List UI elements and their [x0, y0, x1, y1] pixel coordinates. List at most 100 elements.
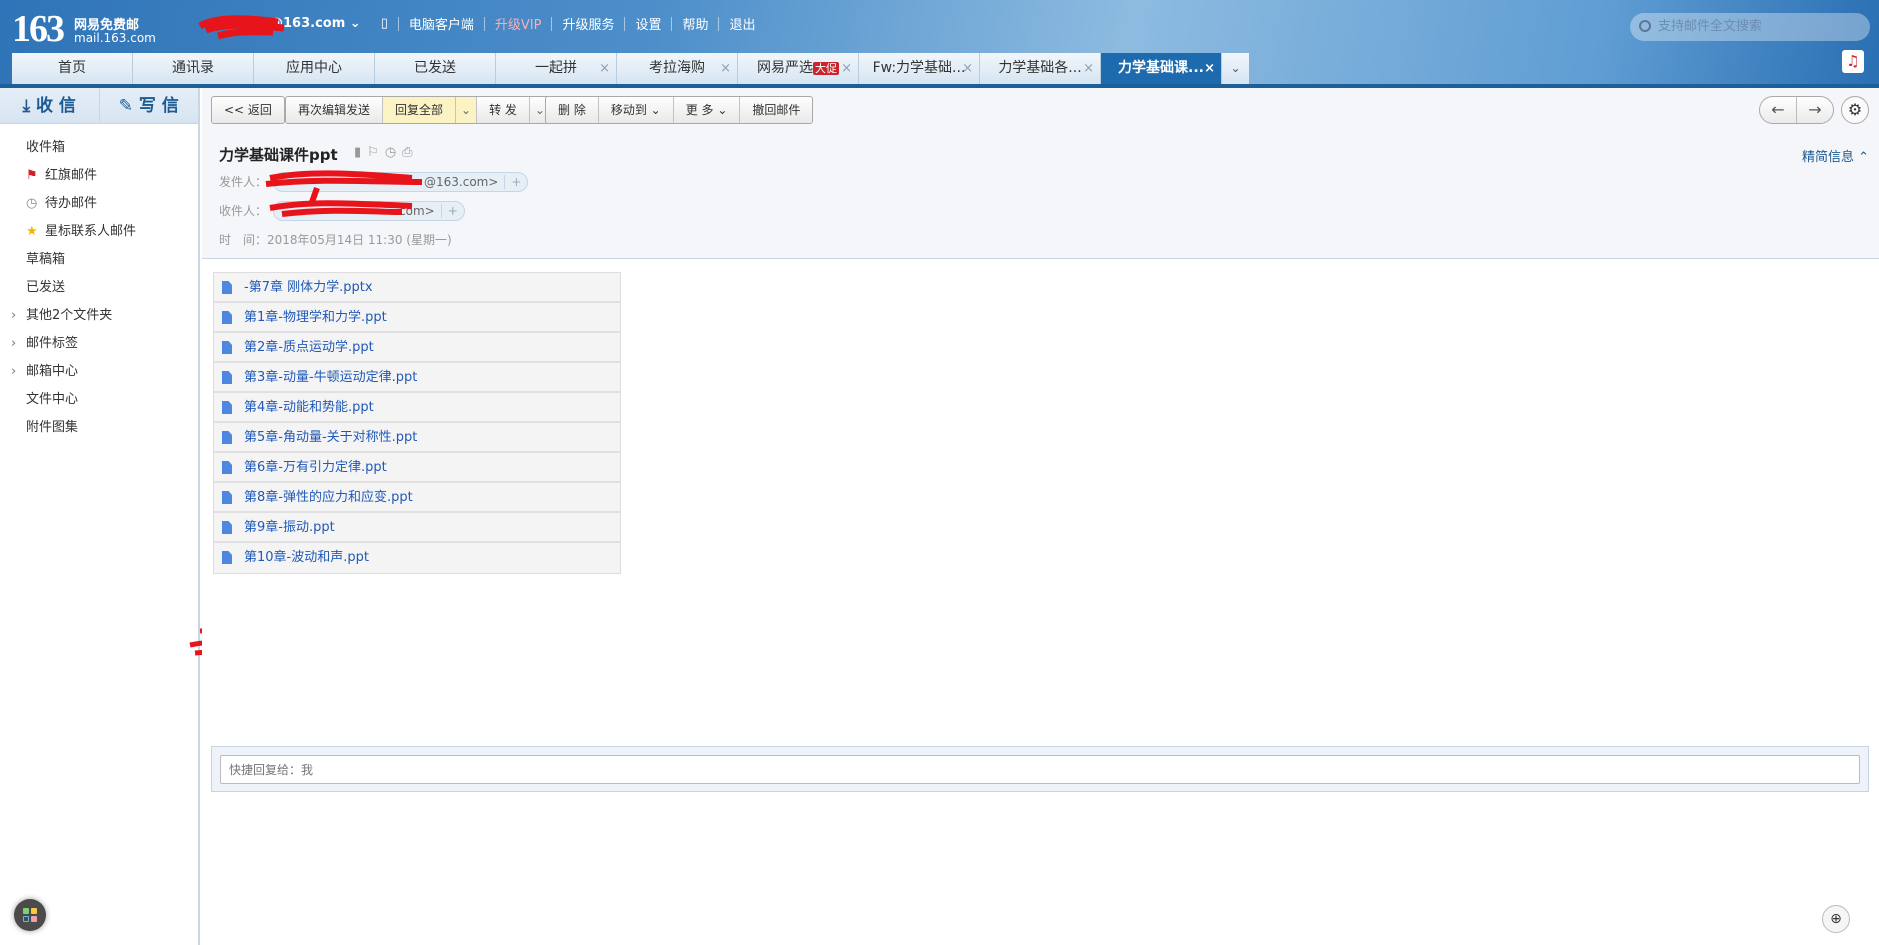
move-to-button[interactable]: 移动到 ⌄: [599, 97, 674, 123]
sidebar-item-other-folders[interactable]: › 其他2个文件夹: [0, 302, 198, 330]
reply-dropdown-chevron-icon[interactable]: ⌄: [456, 97, 478, 123]
tab-home[interactable]: 首页: [12, 53, 133, 84]
help-menu[interactable]: 帮助: [672, 14, 718, 33]
search-placeholder: 支持邮件全文搜索: [1658, 19, 1763, 34]
desktop-client-link[interactable]: 电脑客户端: [399, 14, 484, 33]
delete-button[interactable]: 删 除: [546, 97, 599, 123]
tab-overflow-chevron-icon[interactable]: ⌄: [1222, 53, 1249, 84]
print-icon[interactable]: ⎙: [402, 145, 418, 160]
attachment-name[interactable]: -第7章 刚体力学.pptx: [244, 280, 373, 295]
mobile-icon[interactable]: ▯: [371, 16, 398, 31]
back-button[interactable]: << 返回: [211, 96, 285, 124]
quick-reply-input[interactable]: [220, 755, 1860, 784]
brief-info-toggle[interactable]: 精简信息 ⌃: [1802, 146, 1869, 165]
recall-button[interactable]: 撤回邮件: [740, 97, 812, 123]
attachment-item[interactable]: 第2章-质点运动学.ppt: [214, 333, 620, 363]
search-input[interactable]: 支持邮件全文搜索: [1630, 13, 1870, 41]
attachment-item[interactable]: 第4章-动能和势能.ppt: [214, 393, 620, 423]
music-icon[interactable]: ♫: [1842, 50, 1864, 73]
close-icon[interactable]: ×: [962, 53, 973, 84]
top-nav: @163.com ⌄ ▯ 电脑客户端 升级VIP 升级服务 设置 帮助 退出: [200, 14, 766, 33]
reply-group: 再次编辑发送 回复全部 ⌄ 转 发 ⌄: [285, 96, 551, 124]
sidebar-item-todo[interactable]: ◷ 待办邮件: [0, 190, 198, 218]
attachment-item[interactable]: 第1章-物理学和力学.ppt: [214, 303, 620, 333]
tab-yanxuan[interactable]: 网易严选 大促 ×: [738, 53, 859, 84]
reedit-send-button[interactable]: 再次编辑发送: [286, 97, 384, 123]
item-label: 文件中心: [26, 392, 79, 407]
sender-pill[interactable]: @163.com> +: [273, 172, 529, 192]
recipient-pill[interactable]: com> +: [273, 201, 465, 221]
bookmark-icon[interactable]: ▮: [354, 145, 367, 160]
item-label: 其他2个文件夹: [26, 308, 113, 323]
action-group: 删 除 移动到 ⌄ 更 多 ⌄ 撤回邮件: [545, 96, 814, 124]
reply-all-button[interactable]: 回复全部: [383, 97, 457, 123]
sidebar-item-mail-center[interactable]: › 邮箱中心: [0, 358, 198, 386]
sidebar-item-flagged[interactable]: ⚑ 红旗邮件: [0, 162, 198, 190]
attachment-name[interactable]: 第4章-动能和势能.ppt: [244, 400, 374, 415]
gear-icon[interactable]: ⚙: [1841, 96, 1869, 124]
zoom-in-icon[interactable]: ⊕: [1822, 905, 1850, 933]
logo[interactable]: 163 网易免费邮 mail.163.com: [12, 8, 156, 50]
attachment-name[interactable]: 第2章-质点运动学.ppt: [244, 340, 374, 355]
sidebar-item-starred[interactable]: ★ 星标联系人邮件: [0, 218, 198, 246]
file-icon: [222, 491, 232, 504]
tab-mail-2[interactable]: 力学基础各... ×: [980, 53, 1101, 84]
clock-icon[interactable]: ◷: [385, 145, 402, 160]
logo-number: 163: [12, 8, 65, 50]
attachment-name[interactable]: 第5章-角动量-关于对称性.ppt: [244, 430, 417, 445]
attachment-name[interactable]: 第1章-物理学和力学.ppt: [244, 310, 387, 325]
attachment-item[interactable]: 第8章-弹性的应力和应变.ppt: [214, 483, 620, 513]
sidebar-item-inbox[interactable]: 收件箱: [0, 134, 198, 162]
attachment-name[interactable]: 第10章-波动和声.ppt: [244, 550, 369, 565]
previous-arrow-icon[interactable]: ←: [1760, 97, 1797, 123]
attachment-list: -第7章 刚体力学.pptx 第1章-物理学和力学.ppt 第2章-质点运动学.pp…: [213, 272, 621, 574]
close-icon[interactable]: ×: [1204, 53, 1215, 84]
close-icon[interactable]: ×: [720, 53, 731, 84]
tab-contacts[interactable]: 通讯录: [133, 53, 254, 84]
close-icon[interactable]: ×: [599, 53, 610, 84]
tab-sent[interactable]: 已发送: [375, 53, 496, 84]
next-arrow-icon[interactable]: →: [1797, 97, 1833, 123]
attachment-name[interactable]: 第3章-动量-牛顿运动定律.ppt: [244, 370, 417, 385]
close-icon[interactable]: ×: [1083, 53, 1094, 84]
attachment-name[interactable]: 第9章-振动.ppt: [244, 520, 335, 535]
upgrade-service-menu[interactable]: 升级服务: [552, 14, 624, 33]
search-icon: [1639, 20, 1651, 32]
sidebar-item-sent[interactable]: 已发送: [0, 274, 198, 302]
tab-fw-mail[interactable]: Fw:力学基础... ×: [859, 53, 980, 84]
attachment-name[interactable]: 第8章-弹性的应力和应变.ppt: [244, 490, 413, 505]
add-contact-icon[interactable]: +: [440, 204, 464, 218]
tab-app-center[interactable]: 应用中心: [254, 53, 375, 84]
attachment-item[interactable]: 第3章-动量-牛顿运动定律.ppt: [214, 363, 620, 393]
attachment-name[interactable]: 第6章-万有引力定律.ppt: [244, 460, 387, 475]
settings-menu[interactable]: 设置: [625, 14, 671, 33]
sidebar-item-file-center[interactable]: 文件中心: [0, 386, 198, 414]
attachment-item[interactable]: 第9章-振动.ppt: [214, 513, 620, 543]
upgrade-vip-link[interactable]: 升级VIP: [485, 14, 552, 33]
attachment-item[interactable]: -第7章 刚体力学.pptx: [214, 273, 620, 303]
mail-subject: 力学基础课件ppt: [219, 146, 338, 164]
more-label: 更 多: [685, 103, 714, 117]
sidebar-item-drafts[interactable]: 草稿箱: [0, 246, 198, 274]
attachment-item[interactable]: 第10章-波动和声.ppt: [214, 543, 620, 573]
compose-button[interactable]: ✎ 写 信: [100, 88, 199, 123]
tab-kaola[interactable]: 考拉海购 ×: [617, 53, 738, 84]
sidebar-item-tags[interactable]: › 邮件标签: [0, 330, 198, 358]
chevron-right-icon: ›: [11, 364, 17, 379]
sidebar-item-attachment-gallery[interactable]: 附件图集: [0, 414, 198, 442]
more-button[interactable]: 更 多 ⌄: [674, 97, 741, 123]
close-icon[interactable]: ×: [841, 53, 852, 84]
receive-button[interactable]: ⤓ 收 信: [0, 88, 100, 123]
flag-icon[interactable]: ⚐: [367, 145, 385, 160]
account-menu[interactable]: @163.com ⌄: [200, 16, 371, 31]
sidebar: ⤓ 收 信 ✎ 写 信 收件箱 ⚑ 红旗邮件 ◷ 待办邮件 ★ 星标联系人邮件 草稿箱…: [0, 88, 321, 945]
add-contact-icon[interactable]: +: [504, 175, 528, 189]
apps-launcher-button[interactable]: [14, 899, 46, 931]
tab-current-mail[interactable]: 力学基础课... ×: [1101, 53, 1222, 84]
logout-link[interactable]: 退出: [719, 14, 765, 33]
forward-button[interactable]: 转 发: [477, 97, 530, 123]
attachment-item[interactable]: 第5章-角动量-关于对称性.ppt: [214, 423, 620, 453]
item-label: 已发送: [26, 280, 66, 295]
attachment-item[interactable]: 第6章-万有引力定律.ppt: [214, 453, 620, 483]
tab-yiqipin[interactable]: 一起拼 ×: [496, 53, 617, 84]
